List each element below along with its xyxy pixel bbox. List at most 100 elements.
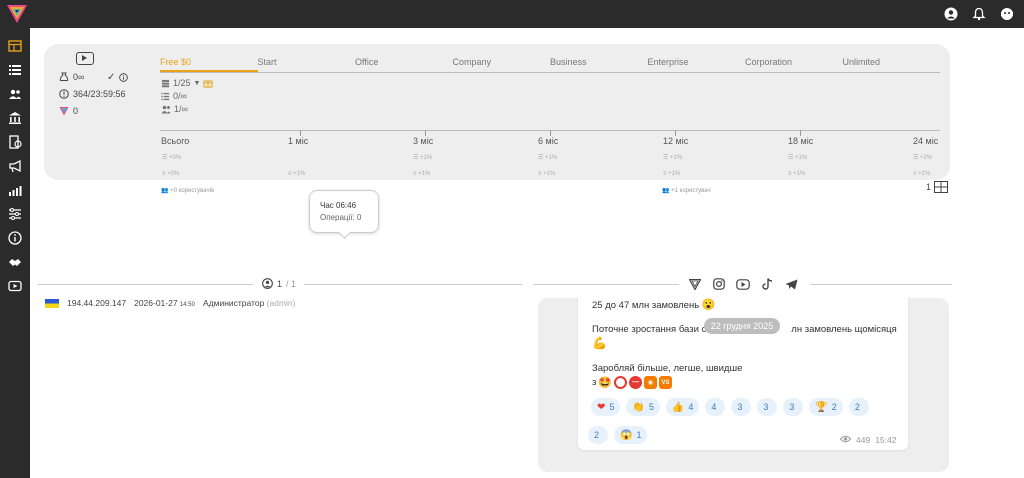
tab-free[interactable]: Free $0 xyxy=(160,57,258,72)
limit-ops: 0/∞ xyxy=(161,91,187,101)
tab-corporation[interactable]: Corporation xyxy=(745,57,843,72)
reaction-thumbs[interactable]: 👍 4 xyxy=(665,398,700,416)
period-row1-all: ☰ +0% xyxy=(162,155,182,161)
tab-start[interactable]: Start xyxy=(258,57,356,72)
tab-office[interactable]: Office xyxy=(355,57,453,72)
period-row2-24m: ≡ +1% xyxy=(913,171,931,177)
period-row2-1m: ≡ +1% xyxy=(288,171,306,177)
news-line3: Заробляй більше, легше, швидше xyxy=(592,363,743,374)
no-entry-icon: — xyxy=(629,376,643,389)
period-24m[interactable]: 24 міс xyxy=(913,136,938,146)
users-small-icon xyxy=(161,105,171,113)
reaction-9[interactable]: 2 xyxy=(848,398,869,416)
scream-icon: 😱 xyxy=(620,429,633,441)
sidebar-item-bank[interactable] xyxy=(7,110,23,126)
support-icon[interactable] xyxy=(998,5,1016,23)
reaction-trophy[interactable]: 🏆 2 xyxy=(809,398,843,416)
views-count: 449 xyxy=(856,435,871,445)
tab-unlimited[interactable]: Unlimited xyxy=(843,57,941,72)
sidebar-item-list[interactable] xyxy=(7,62,23,78)
reaction-6[interactable]: 3 xyxy=(757,398,778,416)
reaction-7[interactable]: 3 xyxy=(783,398,804,416)
tooltip-time: Час 06:46 xyxy=(320,201,357,210)
session-ip: 194.44.209.147 xyxy=(67,298,127,308)
balance-value: 0∞ xyxy=(73,72,85,82)
caret-down-icon[interactable]: ▼ xyxy=(194,80,201,87)
plans-pager-value: 1 xyxy=(926,182,932,192)
divider xyxy=(533,284,679,285)
period-row2-3m: ≡ +1% xyxy=(413,171,431,177)
users-note-12m: 👥 +1 користувач xyxy=(662,188,711,194)
sidebar-item-voucher[interactable] xyxy=(7,134,23,150)
post-meta: 449 15:42 xyxy=(839,435,896,445)
limit-files: 1/25 ▼ xyxy=(161,78,213,88)
eye-icon xyxy=(839,435,852,445)
brand-icon xyxy=(59,107,69,116)
sessions-current: 1 xyxy=(277,278,283,289)
tab-business[interactable]: Business xyxy=(550,57,648,72)
sidebar-item-dashboard[interactable] xyxy=(7,38,23,54)
sidebar-item-video[interactable] xyxy=(7,278,23,294)
date-pill: 22 грудня 2025 xyxy=(704,318,780,334)
tiktok-icon[interactable] xyxy=(760,277,774,291)
period-row2-12m: ≡ +1% xyxy=(663,171,681,177)
session-role: Администратор (admin) xyxy=(202,298,296,308)
period-all[interactable]: Всього xyxy=(161,136,189,146)
star-eyes-emoji-icon: 🤩 xyxy=(598,377,613,389)
period-3m[interactable]: 3 міс xyxy=(413,136,433,146)
logo-icon[interactable] xyxy=(6,4,28,24)
reaction-5[interactable]: 3 xyxy=(731,398,752,416)
divider xyxy=(38,284,253,285)
sidebar-item-info[interactable] xyxy=(7,230,23,246)
vs-box-icon: VS xyxy=(659,376,673,389)
info-small-icon[interactable] xyxy=(119,73,129,82)
period-row1-6m: ☰ +1% xyxy=(538,155,558,161)
news-line1: 25 до 47 млн замовлень 😮 xyxy=(592,299,716,311)
video-guide-icon[interactable] xyxy=(76,52,94,65)
period-12m[interactable]: 12 міс xyxy=(663,136,688,146)
reaction-10[interactable]: 2 xyxy=(588,426,608,444)
reaction-clap[interactable]: 👏 5 xyxy=(626,398,660,416)
timer-row: 364/23:59:56 xyxy=(59,89,126,99)
timer-value: 364/23:59:56 xyxy=(73,89,126,99)
notifications-icon[interactable] xyxy=(970,5,988,23)
gift-icon[interactable] xyxy=(203,78,213,88)
top-bar xyxy=(0,0,1024,28)
session-row[interactable]: 194.44.209.147 2026-01-27 14:50 Админист… xyxy=(45,298,295,308)
limit-users: 1/∞ xyxy=(161,104,188,114)
heart-icon: ❤ xyxy=(597,401,606,413)
period-1m[interactable]: 1 міс xyxy=(288,136,308,146)
shock-emoji-icon: 😮 xyxy=(701,299,716,311)
sidebar-item-stats[interactable] xyxy=(7,182,23,198)
reaction-scream[interactable]: 😱 1 xyxy=(614,426,648,444)
sidebar-item-megaphone[interactable] xyxy=(7,158,23,174)
period-6m[interactable]: 6 міс xyxy=(538,136,558,146)
session-datetime: 2026-01-27 14:50 xyxy=(134,298,195,308)
sidebar-item-users[interactable] xyxy=(7,86,23,102)
user-circle-icon xyxy=(262,278,273,289)
period-row1-3m: ☰ +1% xyxy=(413,155,433,161)
telegram-icon[interactable] xyxy=(784,277,798,291)
red-circle-icon xyxy=(614,376,628,389)
reaction-4[interactable]: 4 xyxy=(705,398,726,416)
plan-tabs: Free $0 Start Office Company Business En… xyxy=(160,57,940,73)
reaction-heart[interactable]: ❤ 5 xyxy=(591,398,621,416)
sidebar xyxy=(0,28,30,478)
tab-company[interactable]: Company xyxy=(453,57,551,72)
account-icon[interactable] xyxy=(942,5,960,23)
sidebar-item-settings[interactable] xyxy=(7,206,23,222)
divider xyxy=(304,284,522,285)
period-18m[interactable]: 18 міс xyxy=(788,136,813,146)
tab-enterprise[interactable]: Enterprise xyxy=(648,57,746,72)
instagram-icon[interactable] xyxy=(712,277,726,291)
sidebar-item-partners[interactable] xyxy=(7,254,23,270)
tooltip-ops: Операції: 0 xyxy=(320,213,362,222)
limit-users-value: 1/∞ xyxy=(174,104,188,114)
table-toggle-icon[interactable] xyxy=(934,181,949,193)
check-icon: ✓ xyxy=(107,72,116,83)
storage-icon xyxy=(161,79,170,87)
brand-link-icon[interactable] xyxy=(688,277,702,291)
sessions-total: / 1 xyxy=(286,278,297,289)
period-row2-6m: ≡ +1% xyxy=(538,171,556,177)
youtube-icon[interactable] xyxy=(736,277,750,291)
